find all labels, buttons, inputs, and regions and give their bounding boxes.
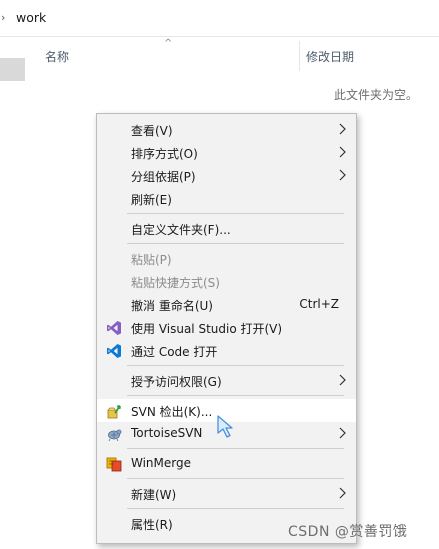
tortoisesvn-icon	[108, 429, 122, 442]
menu-item-label: 排序方式(O)	[131, 147, 198, 161]
menu-item-winmerge[interactable]: WinMerge	[97, 452, 356, 475]
column-header-date[interactable]: 修改日期	[306, 48, 354, 65]
column-header-name[interactable]: 名称	[45, 48, 69, 65]
menu-item-new[interactable]: 新建(W)	[97, 482, 356, 505]
menu-item-label: 新建(W)	[131, 488, 177, 502]
winmerge-icon	[106, 457, 122, 472]
submenu-arrow-icon	[339, 487, 346, 499]
menu-item-label: 属性(R)	[131, 518, 173, 532]
menu-item-label: 粘贴(P)	[131, 253, 172, 267]
visual-studio-icon	[107, 321, 121, 335]
vscode-icon	[107, 344, 121, 358]
address-bar[interactable]: › work	[0, 0, 439, 37]
mouse-cursor-icon	[217, 415, 233, 438]
breadcrumb-folder[interactable]: work	[16, 10, 46, 25]
menu-item-view[interactable]: 查看(V)	[97, 118, 356, 141]
svn-checkout-icon	[107, 405, 121, 419]
menu-item-label: 刷新(E)	[131, 193, 172, 207]
submenu-arrow-icon	[339, 169, 346, 181]
watermark: CSDN @赏善罚饿	[288, 524, 408, 540]
context-menu: 查看(V) 排序方式(O) 分组依据(P) 刷新(E) 自定义文件夹(F)...…	[96, 113, 357, 544]
menu-item-label: 自定义文件夹(F)...	[131, 223, 231, 237]
menu-separator	[127, 213, 344, 214]
menu-item-undo-rename[interactable]: 撤消 重命名(U) Ctrl+Z	[97, 293, 356, 316]
menu-item-label: 分组依据(P)	[131, 170, 196, 184]
menu-separator	[127, 448, 344, 449]
submenu-arrow-icon	[339, 427, 346, 439]
submenu-arrow-icon	[339, 123, 346, 135]
menu-item-label: 撤消 重命名(U)	[131, 299, 213, 313]
menu-item-open-with-visual-studio[interactable]: 使用 Visual Studio 打开(V)	[97, 316, 356, 339]
shortcut-label: Ctrl+Z	[299, 297, 339, 311]
menu-item-label: 使用 Visual Studio 打开(V)	[131, 322, 283, 336]
menu-item-group-by[interactable]: 分组依据(P)	[97, 164, 356, 187]
menu-item-label: 通过 Code 打开	[131, 345, 218, 359]
sort-caret-icon: ^	[164, 38, 173, 49]
menu-item-customize-folder[interactable]: 自定义文件夹(F)...	[97, 217, 356, 240]
menu-item-refresh[interactable]: 刷新(E)	[97, 187, 356, 210]
submenu-arrow-icon	[339, 374, 346, 386]
menu-item-label: 授予访问权限(G)	[131, 375, 222, 389]
menu-item-paste-shortcut[interactable]: 粘贴快捷方式(S)	[97, 270, 356, 293]
menu-item-label: WinMerge	[131, 456, 191, 470]
breadcrumb-chevron-icon[interactable]: ›	[1, 11, 5, 24]
navigation-selected-item[interactable]	[0, 58, 25, 81]
submenu-arrow-icon	[339, 146, 346, 158]
menu-item-give-access[interactable]: 授予访问权限(G)	[97, 369, 356, 392]
empty-folder-message: 此文件夹为空。	[334, 88, 419, 102]
menu-item-open-with-code[interactable]: 通过 Code 打开	[97, 339, 356, 362]
navigation-pane	[0, 37, 25, 549]
menu-item-label: SVN 检出(K)...	[131, 405, 213, 419]
menu-item-label: TortoiseSVN	[131, 426, 203, 440]
menu-separator	[127, 478, 344, 479]
column-divider[interactable]	[299, 41, 300, 71]
menu-item-paste[interactable]: 粘贴(P)	[97, 247, 356, 270]
menu-separator	[127, 365, 344, 366]
menu-separator	[127, 395, 344, 396]
menu-item-sort-by[interactable]: 排序方式(O)	[97, 141, 356, 164]
menu-separator	[127, 243, 344, 244]
menu-item-label: 查看(V)	[131, 124, 173, 138]
menu-item-label: 粘贴快捷方式(S)	[131, 276, 220, 290]
menu-separator	[127, 508, 344, 509]
